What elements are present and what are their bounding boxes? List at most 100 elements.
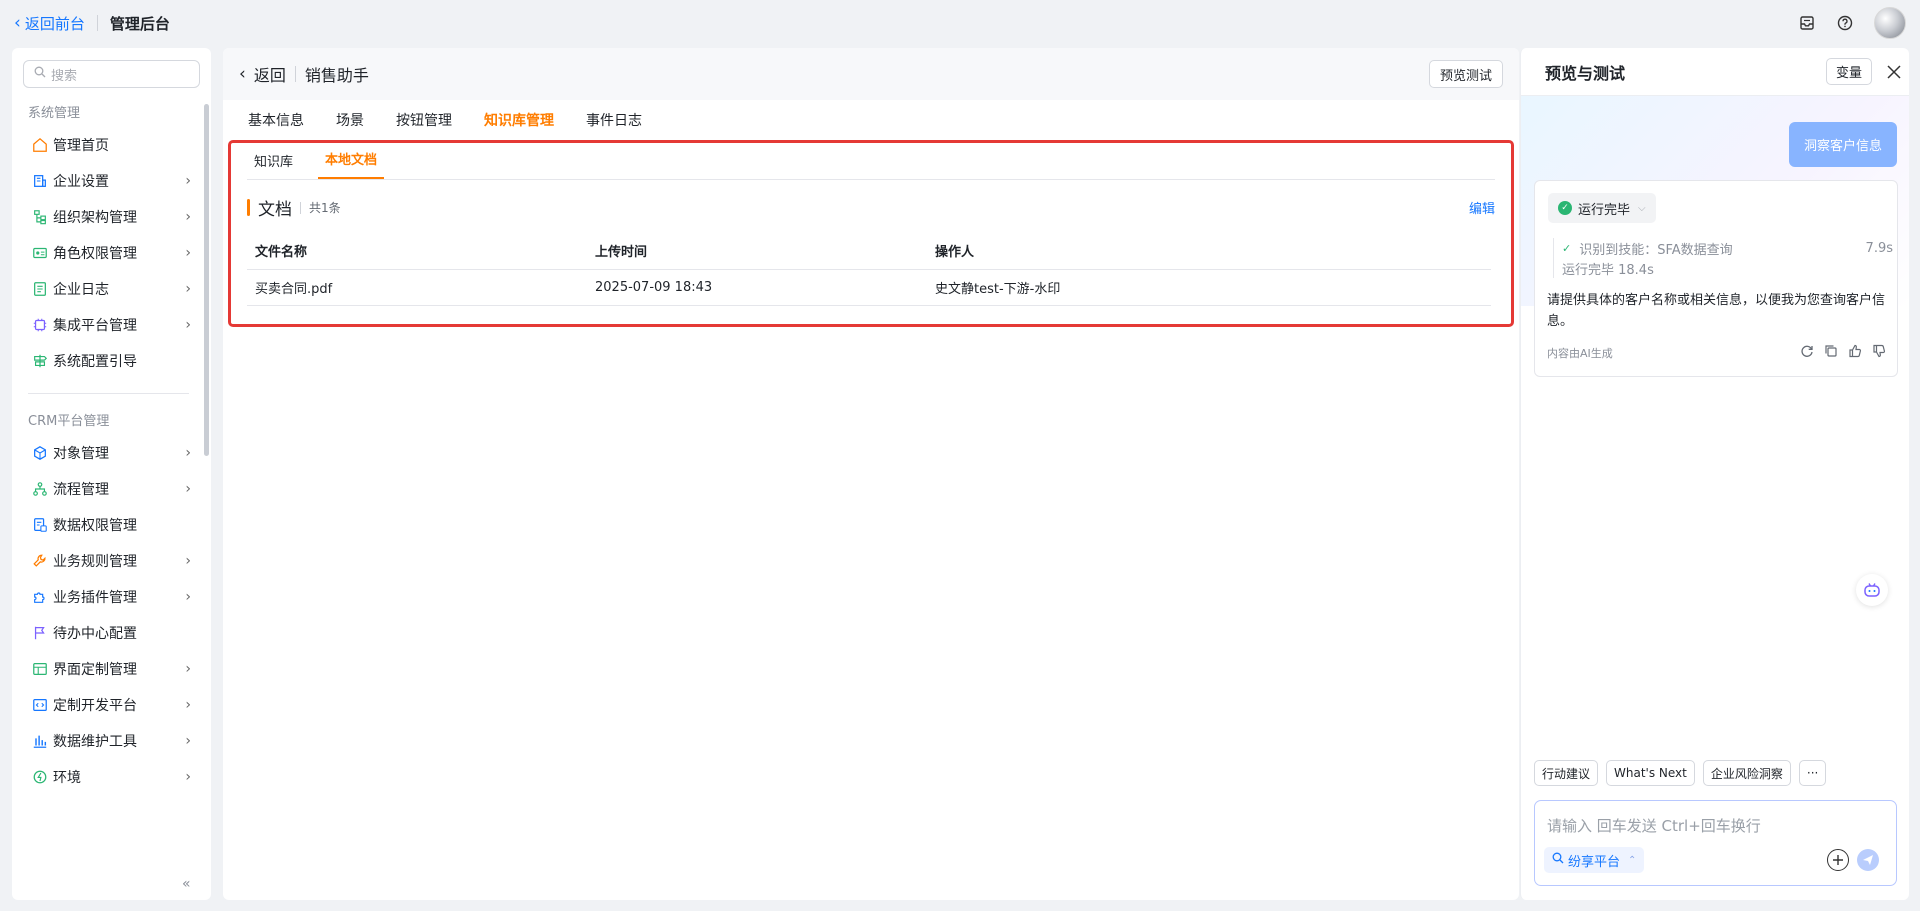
- chevron-right-icon: ›: [185, 589, 191, 605]
- thumbs-down-icon[interactable]: [1871, 343, 1887, 359]
- close-icon[interactable]: [1883, 61, 1905, 83]
- tab-1[interactable]: 场景: [336, 110, 364, 138]
- help-icon[interactable]: [1836, 14, 1854, 32]
- tab-0[interactable]: 基本信息: [248, 110, 304, 138]
- sidebar-item-puzzle[interactable]: 业务插件管理 ›: [12, 579, 211, 615]
- sidebar-item-flow[interactable]: 流程管理 ›: [12, 471, 211, 507]
- back-button[interactable]: ‹ 返回: [239, 62, 286, 86]
- sidebar-item-flag[interactable]: 待办中心配置: [12, 615, 211, 651]
- top-divider: [96, 15, 98, 31]
- run-status-toggle[interactable]: ✓ 运行完毕 ⌵: [1548, 193, 1656, 223]
- preview-test-button[interactable]: 预览测试: [1428, 60, 1503, 88]
- flow-icon: [31, 480, 49, 498]
- tab-2[interactable]: 按钮管理: [396, 110, 452, 138]
- add-attachment-button[interactable]: [1827, 849, 1849, 871]
- doc-divider: [300, 201, 301, 214]
- reply-actions: [1799, 343, 1887, 359]
- tab-4[interactable]: 事件日志: [586, 110, 642, 138]
- flag-icon: [31, 624, 49, 642]
- sidebar-item-label: 系统配置引导: [53, 354, 137, 370]
- cell-operator: 史文静test-下游-水印: [927, 269, 1491, 306]
- sidebar-item-org-tree[interactable]: 组织架构管理 ›: [12, 199, 211, 235]
- check-circle-icon: ✓: [1558, 201, 1572, 215]
- sidebar-item-wrench[interactable]: 业务规则管理 ›: [12, 543, 211, 579]
- chip-icon: [31, 316, 49, 334]
- avatar[interactable]: [1874, 7, 1906, 39]
- edit-link[interactable]: 编辑: [1469, 198, 1495, 217]
- back-to-front-link[interactable]: ‹ 返回前台: [14, 13, 85, 34]
- assistant-reply-text: 请提供具体的客户名称或相关信息，以便我为您查询客户信息。: [1547, 293, 1886, 329]
- assistant-bot-button[interactable]: [1856, 574, 1888, 606]
- sidebar-item-log[interactable]: 企业日志 ›: [12, 271, 211, 307]
- id-card-icon: [31, 244, 49, 262]
- environment-icon: [31, 768, 49, 786]
- preview-panel-header: 预览与测试 变量: [1521, 48, 1909, 96]
- column-header-upload-time: 上传时间: [587, 233, 927, 270]
- copy-icon[interactable]: [1823, 343, 1839, 359]
- page-title: 销售助手: [304, 66, 369, 85]
- sidebar-item-layout[interactable]: 界面定制管理 ›: [12, 651, 211, 687]
- cell-upload-time: 2025-07-09 18:43: [587, 269, 927, 306]
- puzzle-icon: [31, 588, 49, 606]
- search-icon: [1552, 852, 1564, 868]
- check-icon: ✓: [1562, 241, 1572, 255]
- inbox-icon[interactable]: [1798, 14, 1816, 32]
- section-title-crm: CRM平台管理: [28, 414, 110, 429]
- suggestion-chip[interactable]: What's Next: [1606, 760, 1695, 786]
- user-message-bubble[interactable]: 洞察客户信息: [1789, 122, 1897, 167]
- chevron-left-icon: ‹: [239, 64, 246, 84]
- code-icon: [31, 696, 49, 714]
- sidebar-item-home[interactable]: 管理首页: [12, 127, 211, 163]
- building-icon: [31, 172, 49, 190]
- sidebar-item-signpost[interactable]: 系统配置引导: [12, 343, 211, 379]
- sidebar-item-environment[interactable]: 环境 ›: [12, 759, 211, 795]
- sidebar-item-label: 企业设置: [53, 174, 109, 190]
- main-header: ‹ 返回 销售助手 预览测试: [223, 48, 1519, 100]
- chat-input-placeholder: 请输入 回车发送 Ctrl+回车换行: [1547, 817, 1761, 835]
- suggestion-chip[interactable]: ···: [1798, 760, 1827, 786]
- cell-filename[interactable]: 买卖合同.pdf: [247, 269, 587, 306]
- search-input[interactable]: 搜索: [23, 60, 200, 88]
- suggestion-chip[interactable]: 企业风险洞察: [1702, 760, 1791, 786]
- chevron-right-icon: ›: [185, 281, 191, 297]
- platform-selector[interactable]: 纷享平台 ⌃: [1544, 847, 1645, 873]
- sidebar-item-data-lock[interactable]: 数据权限管理: [12, 507, 211, 543]
- subtab-1[interactable]: 本地文档: [318, 149, 385, 179]
- chevron-right-icon: ›: [185, 317, 191, 333]
- subtab-0[interactable]: 知识库: [247, 151, 300, 179]
- send-button[interactable]: [1857, 849, 1879, 871]
- collapse-sidebar-icon[interactable]: «: [182, 876, 191, 892]
- skill-row: ✓ 识别到技能：SFA数据查询 7.9s: [1562, 238, 1893, 258]
- skill-time: 7.9s: [1865, 240, 1893, 256]
- sidebar-item-code[interactable]: 定制开发平台 ›: [12, 687, 211, 723]
- sidebar-scrollbar[interactable]: [204, 104, 209, 456]
- chat-input[interactable]: 请输入 回车发送 Ctrl+回车换行 纷享平台 ⌃: [1534, 800, 1897, 886]
- run-time-text: 运行完毕 18.4s: [1562, 262, 1654, 278]
- table-row[interactable]: 买卖合同.pdf 2025-07-09 18:43 史文静test-下游-水印: [247, 269, 1491, 306]
- variables-button[interactable]: 变量: [1825, 58, 1872, 85]
- sidebar-item-chip[interactable]: 集成平台管理 ›: [12, 307, 211, 343]
- sidebar-item-label: 企业日志: [53, 282, 109, 298]
- sidebar-item-label: 集成平台管理: [53, 318, 137, 334]
- sidebar-item-label: 定制开发平台: [53, 698, 137, 714]
- sidebar-item-cube[interactable]: 对象管理 ›: [12, 435, 211, 471]
- knowledge-docs-highlight: 知识库 本地文档 文档 共1条 编辑 文件名称 上传时间 操作人 买卖合同.pdf…: [228, 140, 1514, 327]
- sidebar-item-id-card[interactable]: 角色权限管理 ›: [12, 235, 211, 271]
- doc-title-bar: [247, 199, 250, 216]
- sidebar-item-label: 组织架构管理: [53, 210, 137, 226]
- chevron-left-icon: ‹: [14, 13, 21, 33]
- suggestion-chip[interactable]: 行动建议: [1534, 760, 1599, 786]
- sidebar-item-label: 流程管理: [53, 482, 109, 498]
- thumbs-up-icon[interactable]: [1847, 343, 1863, 359]
- sidebar-item-bar-chart[interactable]: 数据维护工具 ›: [12, 723, 211, 759]
- chevron-right-icon: ›: [185, 733, 191, 749]
- sidebar-item-label: 数据维护工具: [53, 734, 137, 750]
- back-to-front-label: 返回前台: [24, 14, 85, 33]
- sidebar-item-building[interactable]: 企业设置 ›: [12, 163, 211, 199]
- tab-3[interactable]: 知识库管理: [484, 110, 554, 138]
- sidebar-item-label: 数据权限管理: [53, 518, 137, 534]
- search-placeholder: 搜索: [51, 68, 78, 84]
- home-icon: [31, 136, 49, 154]
- chevron-right-icon: ›: [185, 697, 191, 713]
- regenerate-icon[interactable]: [1799, 343, 1815, 359]
